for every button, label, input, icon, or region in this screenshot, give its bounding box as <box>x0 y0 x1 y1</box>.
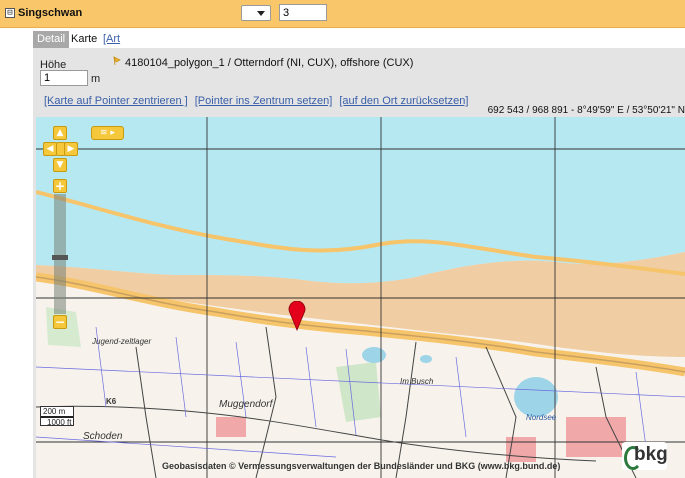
minus-icon: − <box>54 315 66 329</box>
arrow-down-icon: ▼ <box>56 160 64 170</box>
pointer-to-center-link[interactable]: [Pointer ins Zentrum setzen] <box>195 95 333 107</box>
duplicate-species-link[interactable]: [Art duplizieren] <box>99 31 163 62</box>
chevron-down-icon <box>257 11 265 16</box>
map-marker-icon[interactable] <box>288 301 306 331</box>
species-title: Singschwan <box>18 7 83 19</box>
bkg-logo-text: bkg <box>634 444 668 465</box>
count-input[interactable] <box>279 4 327 21</box>
scale-bar: 200 m 1000 ft <box>40 406 74 427</box>
center-on-pointer-link[interactable]: [Karte auf Pointer zentrieren ] <box>44 95 188 107</box>
coordinates-readout: 692 543 / 968 891 - 8°49'59" E / 53°50'2… <box>487 105 685 116</box>
arrow-left-icon: ◀ <box>46 144 54 154</box>
hoehe-unit: m <box>91 73 101 85</box>
reset-location-link[interactable]: [auf den Ort zurücksetzen] <box>339 95 468 107</box>
schoden-label: Schoden <box>83 431 123 442</box>
nordsee-label: Nordsee <box>526 413 557 422</box>
jugend-label: Jugend-zeltlager <box>92 337 152 346</box>
muggendorf-label: Muggendorf <box>219 399 273 410</box>
scale-imperial: 1000 ft <box>47 418 72 427</box>
k6-label: K6 <box>106 397 117 406</box>
zoom-slider-handle[interactable] <box>52 255 68 260</box>
tab-karte[interactable]: Karte <box>67 31 101 48</box>
pan-down-button[interactable]: ▼ <box>53 158 67 172</box>
map-actions: [Karte auf Pointer zentrieren ] [Pointer… <box>44 95 472 107</box>
tab-detail[interactable]: Detail <box>33 31 70 48</box>
zoom-slider-track[interactable] <box>54 194 66 314</box>
layers-icon: ≋ ▸ <box>100 128 115 138</box>
arrow-right-icon: ▶ <box>67 144 75 154</box>
zoom-out-button[interactable]: − <box>53 315 67 329</box>
map-attribution: Geobasisdaten © Vermessungsverwaltungen … <box>162 461 561 471</box>
qualifier-select[interactable] <box>241 5 271 21</box>
map-canvas[interactable]: Jugend-zeltlager Muggendorf Schoden Im B… <box>36 117 685 478</box>
species-header: ⊟ Singschwan <box>0 0 685 28</box>
hoehe-input[interactable] <box>40 70 88 86</box>
pan-up-button[interactable]: ▲ <box>53 126 67 140</box>
scale-metric: 200 m <box>41 407 73 418</box>
collapse-toggle[interactable]: ⊟ <box>5 8 15 18</box>
plus-icon: + <box>54 179 66 193</box>
zoom-in-button[interactable]: + <box>53 179 67 193</box>
pan-right-button[interactable]: ▶ <box>64 142 78 156</box>
pan-left-button[interactable]: ◀ <box>43 142 57 156</box>
layer-switcher-button[interactable]: ≋ ▸ <box>91 126 124 140</box>
arrow-up-icon: ▲ <box>56 128 64 138</box>
imbusch-label: Im Busch <box>400 377 434 386</box>
map-base <box>36 117 685 478</box>
pin-flag-icon <box>113 56 121 66</box>
bkg-logo: bkg <box>622 442 668 470</box>
location-text: 4180104_polygon_1 / Otterndorf (NI, CUX)… <box>125 57 414 69</box>
